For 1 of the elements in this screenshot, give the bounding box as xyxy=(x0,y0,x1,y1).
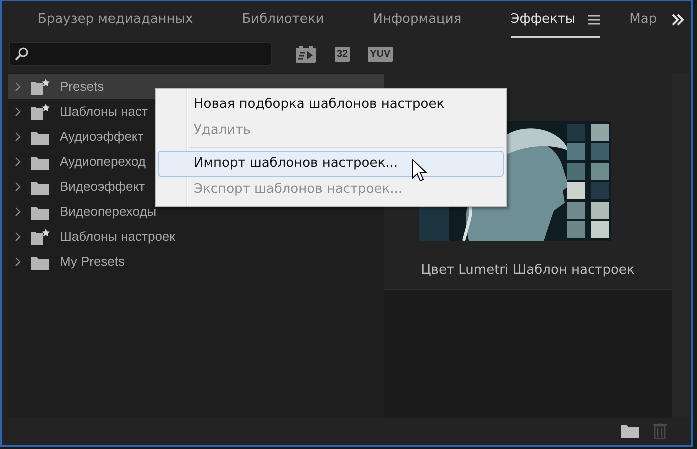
preset-name: Цвет Lumetri Шаблон настроек xyxy=(421,263,635,278)
